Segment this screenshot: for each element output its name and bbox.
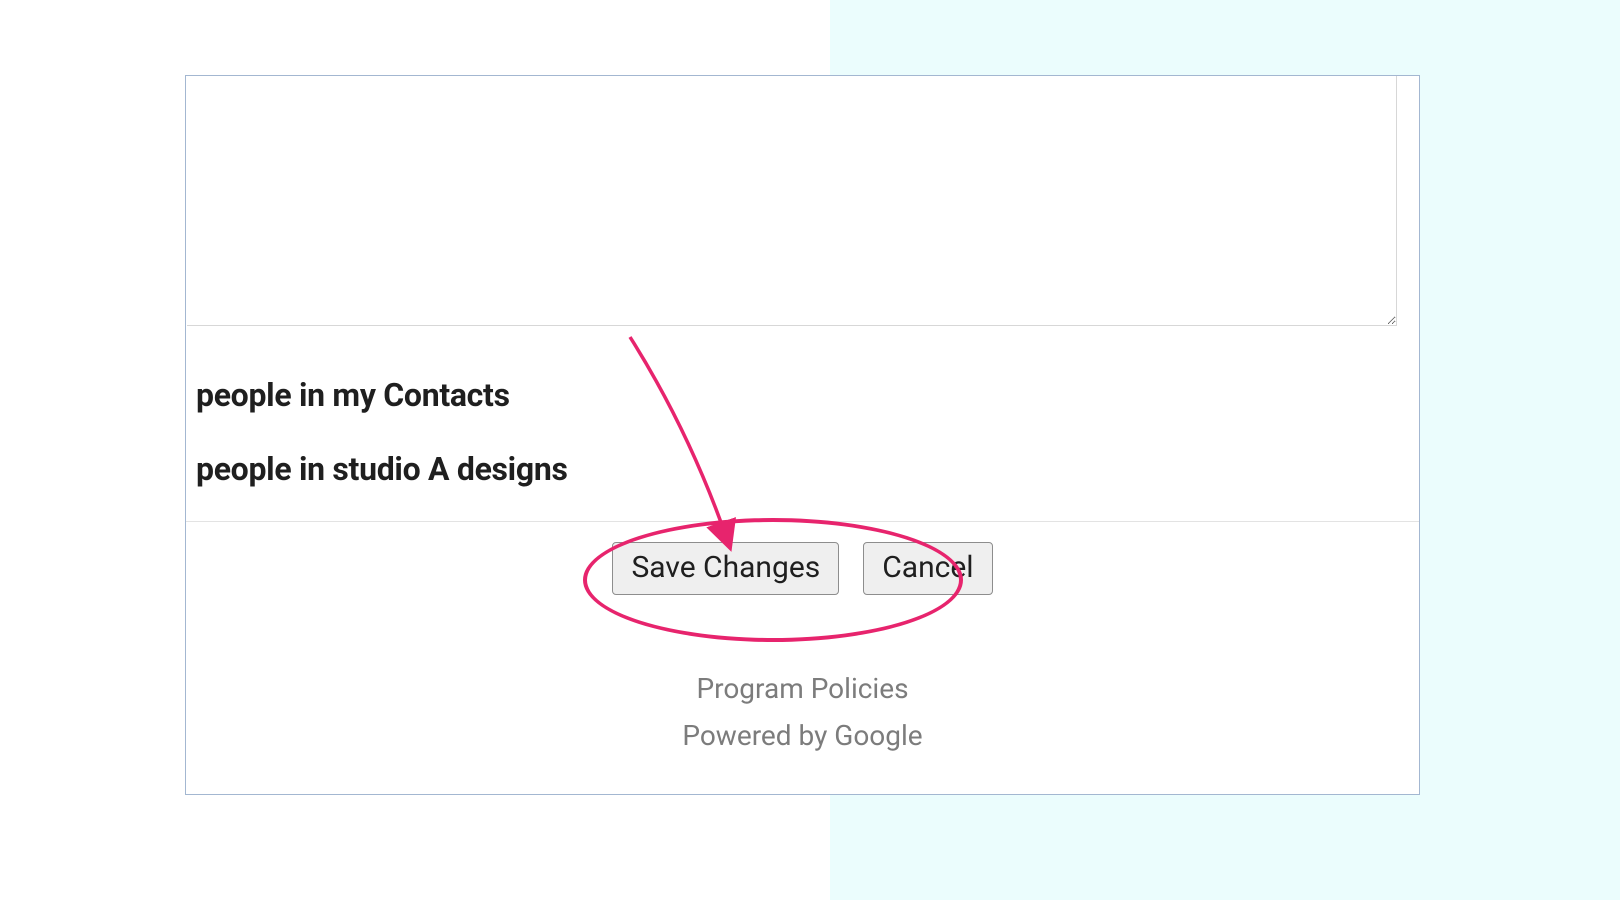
- settings-panel: people in my Contacts people in studio A…: [185, 75, 1420, 795]
- options-list: people in my Contacts people in studio A…: [196, 376, 568, 524]
- section-divider: [186, 521, 1419, 522]
- footer: Program Policies Powered by Google: [186, 672, 1419, 752]
- option-studio-a[interactable]: people in studio A designs: [196, 450, 568, 488]
- cancel-button[interactable]: Cancel: [863, 542, 992, 595]
- save-changes-button[interactable]: Save Changes: [612, 542, 839, 595]
- message-textarea[interactable]: [187, 76, 1397, 326]
- program-policies-link[interactable]: Program Policies: [186, 672, 1419, 705]
- textarea-container: [187, 76, 1397, 326]
- action-button-row: Save Changes Cancel: [186, 542, 1419, 595]
- option-contacts[interactable]: people in my Contacts: [196, 376, 568, 414]
- powered-by-label: Powered by Google: [186, 719, 1419, 752]
